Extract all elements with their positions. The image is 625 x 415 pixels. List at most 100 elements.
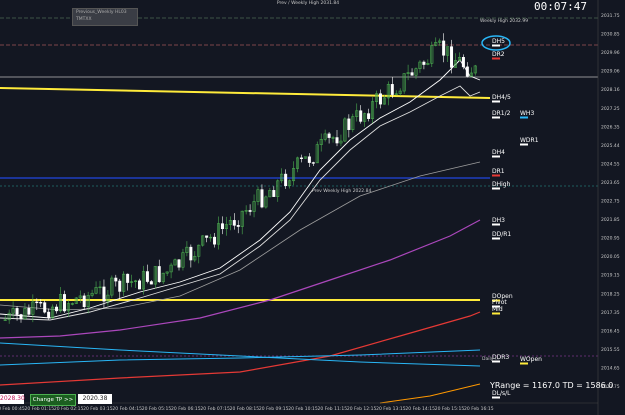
candle-body <box>149 281 153 285</box>
candle-body <box>157 266 161 283</box>
candle-body <box>422 61 426 65</box>
level-marker-ddr1 <box>492 237 500 240</box>
level-marker-dr2 <box>492 57 500 60</box>
candle-body <box>15 308 19 315</box>
candle-body <box>220 223 224 230</box>
candle-body <box>359 110 363 122</box>
weekly-high-label: Weekly High 2032.99 <box>480 18 528 24</box>
level-marker-dr1 <box>492 174 500 177</box>
chart-background <box>0 0 625 415</box>
time-tick-label: 20 Feb 07:15 <box>200 406 230 412</box>
candle-body <box>189 246 193 261</box>
price-tick-label: 2029.06 <box>601 69 620 75</box>
level-marker-dh5 <box>492 44 500 47</box>
countdown-timer: 00:07:47 <box>534 0 587 13</box>
time-tick-label: 20 Feb 10:15 <box>288 406 318 412</box>
candle-body <box>335 137 339 144</box>
candle-body <box>461 57 465 68</box>
candle-body <box>272 190 276 197</box>
level-label-dr1-2: DR1/2 <box>492 110 511 117</box>
price-tick-label: 2022.75 <box>601 199 620 205</box>
tp-value-field[interactable]: 2020.38 <box>78 394 112 404</box>
level-label-pivot: Pivot <box>492 299 507 306</box>
price-tick-label: 2031.75 <box>601 13 620 19</box>
level-marker-wopen <box>520 362 528 365</box>
candle-body <box>311 162 315 164</box>
price-tick-label: 2021.85 <box>601 217 620 223</box>
time-tick-label: 20 Feb 03:15 <box>83 406 113 412</box>
time-tick-label: 20 Feb 05:15 <box>142 406 172 412</box>
level-label-ddr3: DDR3 <box>492 354 509 361</box>
level-marker-dh4 <box>492 155 500 158</box>
time-tick-label: 20 Feb 15:15 <box>435 406 465 412</box>
level-marker-dh4-5 <box>492 100 500 103</box>
candle-body <box>236 225 240 227</box>
candle-body <box>39 302 43 304</box>
candle-body <box>145 271 149 282</box>
level-marker-ddr3 <box>492 360 500 363</box>
candle-body <box>177 259 181 268</box>
candle-body <box>114 277 118 282</box>
price-tick-label: 2019.15 <box>601 273 620 279</box>
price-tick-label: 2023.65 <box>601 180 620 186</box>
price-tick-label: 2014.65 <box>601 365 620 371</box>
price-tick-label: 2015.55 <box>601 347 620 353</box>
price-tick-label: 2024.55 <box>601 161 620 167</box>
candle-body <box>465 66 469 77</box>
candle-body <box>347 118 351 130</box>
candle-body <box>35 301 39 304</box>
candle-body <box>260 189 264 208</box>
change-tp-button[interactable]: Change TP >> <box>30 394 76 406</box>
candle-body <box>327 133 331 138</box>
time-tick-label: 20 Feb 08:15 <box>230 406 260 412</box>
level-label-ds-hl: DL/s/L <box>492 390 511 397</box>
time-tick-label: 20 Feb 00:45 <box>0 406 25 412</box>
price-tick-label: 2030.85 <box>601 32 620 38</box>
level-label-mid: Mid <box>492 306 503 313</box>
level-label-dh4-5: DH4/5 <box>492 94 511 101</box>
level-marker-wdr1 <box>520 143 528 146</box>
yrange-readout: YRange = 1167.0 TD = 1586.0 <box>490 381 614 390</box>
prev-weekly-high-label: Prev Weekly High 2022.84 <box>312 188 371 194</box>
level-label-dr2: DR2 <box>492 51 505 58</box>
level-marker-wh3 <box>520 116 528 119</box>
candle-body <box>138 280 142 290</box>
price-tick-label: 2028.16 <box>601 87 620 93</box>
level-label-wopen: WOpen <box>520 356 542 363</box>
price-badge: 2028.30 <box>0 394 25 404</box>
candle-body <box>232 220 236 226</box>
candle-body <box>43 302 47 313</box>
candle-body <box>442 40 446 56</box>
candle-body <box>248 210 252 212</box>
level-label-dh4: DH4 <box>492 149 505 156</box>
price-tick-label: 2018.25 <box>601 291 620 297</box>
candle-body <box>450 46 454 68</box>
time-tick-label: 20 Feb 11:15 <box>318 406 348 412</box>
level-marker-ds-hl <box>492 396 500 399</box>
price-tick-label: 2029.96 <box>601 50 620 56</box>
candle-body <box>102 286 106 302</box>
time-tick-label: 20 Feb 14:15 <box>405 406 435 412</box>
candle-body <box>47 311 51 319</box>
price-chart[interactable]: Prev / Weekly High 2031.84 Weekly High 20… <box>0 0 625 415</box>
candle-body <box>390 84 394 95</box>
candle-body <box>55 306 59 312</box>
level-label-wdr1: WDR1 <box>520 137 539 144</box>
level-label-dh3: DH3 <box>492 217 505 224</box>
candle-body <box>118 280 122 292</box>
candle-body <box>367 113 371 119</box>
candle-body <box>378 93 382 105</box>
time-tick-label: 20 Feb 09:15 <box>259 406 289 412</box>
indicator-legend[interactable]: Previous_Weekly HL03 TMTXX <box>72 8 138 26</box>
time-tick-label: 20 Feb 06:15 <box>171 406 201 412</box>
top-level-label: Prev / Weekly High 2031.84 <box>277 0 339 6</box>
candle-body <box>126 273 130 283</box>
candle-body <box>299 157 303 159</box>
candle-body <box>19 314 23 320</box>
level-label-wh3: WH3 <box>520 110 534 117</box>
level-marker-dh3 <box>492 223 500 226</box>
legend-line-2: TMTXX <box>76 17 92 22</box>
level-marker-dr1-2 <box>492 116 500 119</box>
price-tick-label: 2020.05 <box>601 254 620 260</box>
level-marker-dhigh <box>492 187 500 190</box>
